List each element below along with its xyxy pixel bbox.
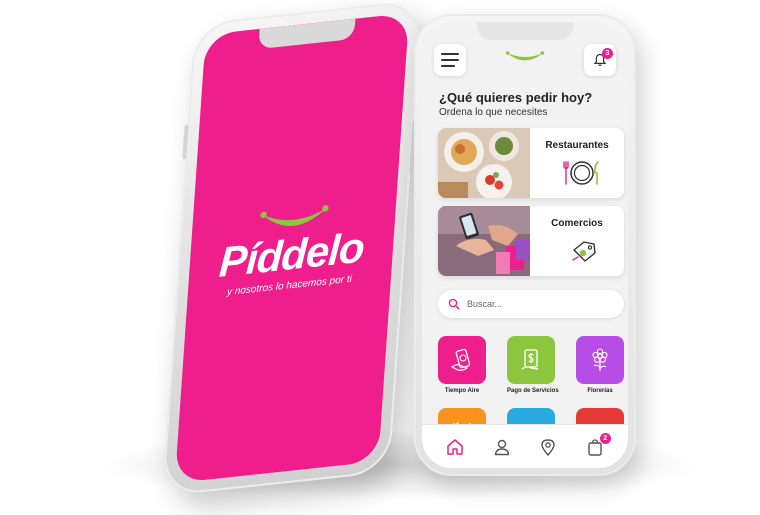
category-card-restaurantes[interactable]: Restaurantes bbox=[438, 128, 624, 198]
category-card-comercios[interactable]: Comercios bbox=[438, 206, 624, 276]
phone-recharge-icon bbox=[450, 348, 471, 371]
tile-box bbox=[438, 336, 486, 384]
tile-box bbox=[507, 336, 555, 384]
home-screen: 3 ¿Qué quieres pedir hoy? Ordena lo que … bbox=[422, 22, 628, 468]
menu-button[interactable] bbox=[434, 44, 466, 76]
page-title: ¿Qué quieres pedir hoy? bbox=[439, 90, 593, 105]
service-tile-pago-de-servicios[interactable]: Pago de Servicios bbox=[507, 336, 559, 394]
top-bar: 3 bbox=[434, 44, 616, 78]
phone-notch bbox=[258, 18, 356, 50]
service-tile-florerias[interactable]: Florerías bbox=[576, 336, 624, 394]
splash-phone: Píddelo y nosotros lo hacemos por ti bbox=[161, 0, 423, 497]
user-icon bbox=[494, 439, 510, 455]
service-label: Tiempo Aire bbox=[444, 388, 480, 394]
nav-home[interactable] bbox=[445, 437, 465, 457]
shopping-photo bbox=[438, 206, 530, 276]
plate-cutlery-icon bbox=[563, 161, 599, 185]
flower-icon bbox=[592, 348, 608, 371]
home-phone: 3 ¿Qué quieres pedir hoy? Ordena lo que … bbox=[414, 14, 636, 476]
search-input[interactable]: Buscar... bbox=[467, 299, 502, 309]
cart-badge: 2 bbox=[599, 432, 611, 444]
restaurant-food-photo bbox=[438, 128, 530, 198]
nav-location[interactable] bbox=[538, 437, 558, 457]
hamburger-icon bbox=[441, 49, 459, 71]
search-bar[interactable]: Buscar... bbox=[438, 290, 624, 318]
search-icon bbox=[448, 298, 460, 310]
nav-cart[interactable]: 2 bbox=[585, 432, 611, 457]
phone-notch bbox=[477, 22, 573, 40]
service-label: Pago de Servicios bbox=[507, 388, 559, 394]
nav-profile[interactable] bbox=[492, 437, 512, 457]
service-label: Florerías bbox=[587, 388, 613, 394]
price-tag-icon bbox=[572, 241, 596, 262]
home-icon bbox=[447, 438, 463, 455]
bottom-nav: 2 bbox=[422, 424, 628, 468]
volume-button bbox=[182, 124, 189, 160]
bill-payment-icon bbox=[521, 349, 539, 370]
category-label: Comercios bbox=[551, 218, 603, 229]
notifications-button[interactable]: 3 bbox=[584, 44, 616, 76]
service-tile-tiempo-aire[interactable]: Tiempo Aire bbox=[438, 336, 486, 394]
smile-logo-icon bbox=[505, 51, 545, 61]
category-label: Restaurantes bbox=[545, 140, 609, 151]
location-pin-icon bbox=[541, 438, 555, 456]
splash-screen: Píddelo y nosotros lo hacemos por ti bbox=[174, 12, 410, 484]
page-subtitle: Ordena lo que necesites bbox=[439, 107, 548, 118]
tile-box bbox=[576, 336, 624, 384]
notifications-badge: 3 bbox=[602, 48, 613, 59]
